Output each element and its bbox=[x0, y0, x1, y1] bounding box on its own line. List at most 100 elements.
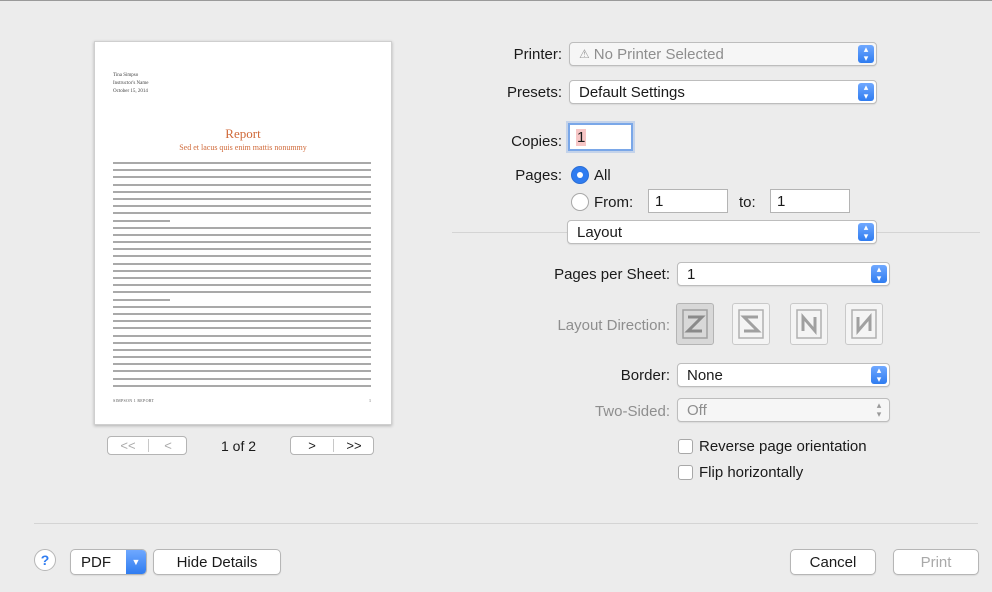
previous-page-button[interactable]: < bbox=[148, 438, 188, 453]
pdf-menu-button[interactable]: PDF ▼ bbox=[70, 549, 147, 575]
pages-from-field[interactable]: 1 bbox=[648, 189, 728, 213]
preview-text-line bbox=[113, 269, 371, 272]
presets-label: Presets: bbox=[506, 84, 562, 101]
pages-label: Pages: bbox=[515, 167, 562, 184]
printer-value: No Printer Selected bbox=[593, 45, 724, 63]
preview-text-line bbox=[113, 197, 371, 200]
pager-forward-group: > >> bbox=[290, 436, 374, 455]
printer-label: Printer: bbox=[513, 46, 562, 63]
printer-select[interactable]: ⚠ No Printer Selected ▴ ▾ bbox=[569, 42, 877, 66]
preview-text-line bbox=[113, 348, 371, 351]
pages-from-value: 1 bbox=[655, 192, 664, 210]
flip-horizontally-checkbox[interactable] bbox=[678, 465, 693, 480]
preview-text-line bbox=[113, 212, 371, 215]
pages-from-label: From: bbox=[594, 194, 634, 211]
section-select[interactable]: Layout ▴ ▾ bbox=[567, 220, 877, 244]
chevron-updown-icon: ▴ ▾ bbox=[871, 265, 887, 283]
border-label: Border: bbox=[620, 367, 670, 384]
two-sided-select[interactable]: Off ▴ ▾ bbox=[677, 398, 890, 422]
preview-text-line bbox=[113, 183, 371, 186]
layout-direction-label: Layout Direction: bbox=[557, 317, 670, 334]
warning-icon: ⚠ bbox=[579, 47, 590, 61]
preview-text-line bbox=[113, 284, 371, 287]
n-direction-icon[interactable] bbox=[790, 303, 828, 345]
copies-field[interactable]: 1 bbox=[568, 123, 633, 151]
pager-back-group: << < bbox=[107, 436, 187, 455]
pages-from-radio[interactable] bbox=[571, 193, 589, 211]
preview-text-line bbox=[113, 233, 371, 236]
preview-text-line bbox=[113, 291, 371, 294]
help-button[interactable]: ? bbox=[34, 549, 56, 571]
first-page-button[interactable]: << bbox=[108, 438, 148, 453]
preview-text-line bbox=[113, 377, 371, 380]
reverse-n-direction-icon[interactable] bbox=[845, 303, 883, 345]
reverse-orientation-label: Reverse page orientation bbox=[699, 438, 867, 455]
two-sided-value: Off bbox=[687, 401, 707, 419]
footer-separator bbox=[34, 523, 978, 524]
chevron-updown-icon: ▴ ▾ bbox=[876, 400, 882, 419]
last-page-button[interactable]: >> bbox=[333, 438, 375, 453]
chevron-updown-icon: ▴ ▾ bbox=[871, 366, 887, 384]
preview-text-line bbox=[113, 255, 371, 258]
print-button[interactable]: Print bbox=[893, 549, 979, 575]
reverse-orientation-checkbox[interactable] bbox=[678, 439, 693, 454]
pages-per-sheet-label: Pages per Sheet: bbox=[554, 266, 670, 283]
page-indicator: 1 of 2 bbox=[221, 438, 257, 454]
flip-horizontally-label: Flip horizontally bbox=[699, 464, 804, 481]
preview-text-line bbox=[113, 248, 371, 251]
pages-all-radio[interactable] bbox=[571, 166, 589, 184]
z-direction-icon[interactable] bbox=[676, 303, 714, 345]
preview-text-line bbox=[113, 320, 371, 323]
chevron-updown-icon: ▴ ▾ bbox=[858, 223, 874, 241]
preview-text-line bbox=[113, 241, 371, 244]
reverse-z-direction-icon[interactable] bbox=[732, 303, 770, 345]
preview-text-line bbox=[113, 341, 371, 344]
copies-value: 1 bbox=[576, 128, 587, 146]
pdf-label: PDF bbox=[81, 553, 111, 571]
chevron-down-icon: ▼ bbox=[126, 550, 146, 574]
preview-text-line bbox=[113, 277, 371, 279]
preview-text-line bbox=[113, 190, 371, 193]
preview-text-line bbox=[113, 162, 371, 164]
preview-meta-line: October 15, 2014 bbox=[113, 89, 148, 94]
pages-per-sheet-select[interactable]: 1 ▴ ▾ bbox=[677, 262, 890, 286]
preview-meta-line: Instructor's Name bbox=[113, 81, 149, 86]
preview-text-line bbox=[113, 327, 371, 330]
preview-subtitle: Sed et lacus quis enim mattis nonummy bbox=[179, 143, 307, 152]
border-select[interactable]: None ▴ ▾ bbox=[677, 363, 890, 387]
next-page-button[interactable]: > bbox=[291, 438, 333, 453]
preview-text-line bbox=[113, 176, 371, 179]
preview-text-line bbox=[113, 262, 371, 265]
preview-text-line bbox=[113, 334, 371, 337]
preview-footer-left: SIMPSON 1 REPORT bbox=[113, 398, 155, 403]
preview-text-line bbox=[113, 363, 371, 366]
preview-text-line bbox=[113, 305, 371, 308]
preview-title: Report bbox=[225, 126, 261, 141]
chevron-updown-icon: ▴ ▾ bbox=[858, 83, 874, 101]
preview-text-line bbox=[113, 370, 371, 373]
preview-text-line bbox=[113, 384, 371, 387]
preview-text-line bbox=[113, 226, 371, 229]
preview-text-line bbox=[113, 169, 371, 172]
print-preview-page: Tina Simpso Instructor's Name October 15… bbox=[94, 41, 392, 425]
preview-text-line bbox=[113, 205, 371, 208]
preview-meta-line: Tina Simpso bbox=[113, 73, 139, 78]
preview-text-line bbox=[113, 219, 170, 222]
chevron-updown-icon: ▴ ▾ bbox=[858, 45, 874, 63]
preview-text-line bbox=[113, 298, 170, 301]
border-value: None bbox=[687, 366, 723, 384]
pages-to-field[interactable]: 1 bbox=[770, 189, 850, 213]
print-dialog: Tina Simpso Instructor's Name October 15… bbox=[0, 0, 992, 592]
section-value: Layout bbox=[577, 223, 623, 241]
preview-body-text bbox=[113, 162, 371, 392]
pages-to-label: to: bbox=[739, 194, 756, 211]
preview-text-line bbox=[113, 312, 371, 315]
presets-select[interactable]: Default Settings ▴ ▾ bbox=[569, 80, 877, 104]
pages-all-label: All bbox=[594, 167, 611, 184]
preview-page-number: 1 bbox=[369, 398, 371, 403]
hide-details-button[interactable]: Hide Details bbox=[153, 549, 281, 575]
pages-per-sheet-value: 1 bbox=[687, 265, 696, 283]
cancel-button[interactable]: Cancel bbox=[790, 549, 876, 575]
preview-text-line bbox=[113, 356, 371, 359]
copies-label: Copies: bbox=[511, 133, 562, 150]
